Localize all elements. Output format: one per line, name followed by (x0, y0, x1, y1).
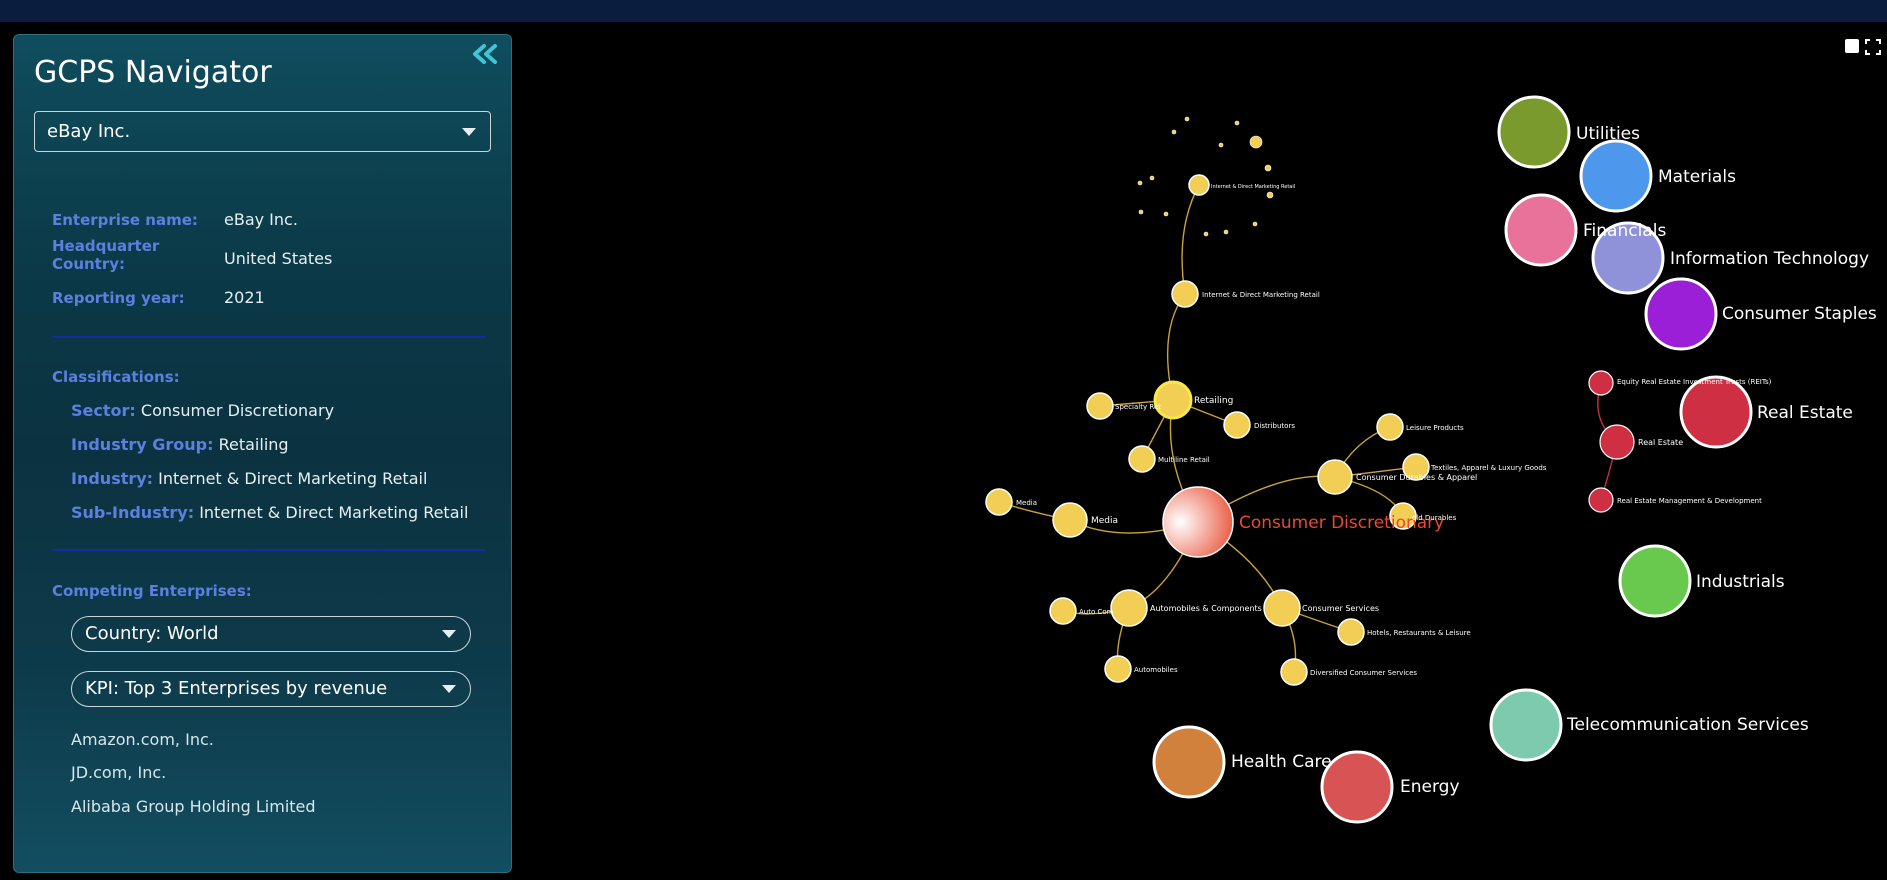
reits-node (1588, 370, 1614, 396)
sector-label-energy: Energy (1400, 777, 1460, 797)
auto-components-node (1049, 597, 1077, 625)
automobiles-node (1104, 655, 1132, 683)
toggle-checkbox[interactable] (1845, 39, 1859, 53)
label-leisure-products: Leisure Products (1406, 424, 1464, 432)
sector-label-materials: Materials (1658, 167, 1736, 187)
sector-label-telecommunication-services: Telecommunication Services (1566, 715, 1809, 735)
label-hotels: Hotels, Restaurants & Leisure (1367, 629, 1471, 637)
subindustry-node (1188, 174, 1210, 196)
label-internet-retail: Internet & Direct Marketing Retail (1202, 291, 1320, 299)
financials-node (1504, 193, 1578, 267)
label-specialty-retail: Specialty Ret (1115, 403, 1161, 411)
label-diversified-services: Diversified Consumer Services (1310, 669, 1417, 677)
materials-node (1579, 139, 1653, 213)
sector-label-utilities: Utilities (1576, 124, 1640, 144)
label-real-estate-management: Real Estate Management & Development (1617, 497, 1762, 505)
leisure-products-node (1376, 413, 1404, 441)
label-retailing: Retailing (1194, 396, 1233, 406)
automobiles-components-node (1110, 589, 1148, 627)
label-automobiles: Automobiles (1134, 666, 1178, 674)
label-auto-components: Auto Com (1079, 608, 1114, 616)
real-estate-group-node (1599, 424, 1635, 460)
energy-node (1320, 750, 1394, 824)
label-media-industry: Media (1016, 499, 1037, 507)
multiline-retail-node (1128, 445, 1156, 473)
retailing-node (1153, 380, 1193, 420)
telecommunication-services-node (1489, 688, 1563, 762)
label-household-durables: old Durables (1412, 514, 1457, 522)
sector-nodes[interactable] (1152, 95, 1753, 824)
label-real-estate-group: Real Estate (1638, 438, 1683, 447)
label-reits: Equity Real Estate Investment Trusts (RE… (1617, 378, 1772, 386)
real-estate-children[interactable] (1588, 370, 1635, 513)
consumer-services-node (1263, 589, 1301, 627)
center-sector-node[interactable] (1162, 486, 1234, 558)
media-industry-node (985, 488, 1013, 516)
label-subindustry: Internet & Direct Marketing Retail (1211, 184, 1295, 190)
label-automobiles-components: Automobiles & Components (1150, 604, 1262, 613)
specialty-retail-node (1086, 392, 1114, 420)
hotels-node (1337, 618, 1365, 646)
sector-label-financials: Financials (1583, 221, 1666, 241)
diversified-services-node (1280, 658, 1308, 686)
sector-label-health-care: Health Care (1231, 752, 1332, 772)
distributors-node (1223, 411, 1251, 439)
sector-label-real-estate: Real Estate (1757, 403, 1853, 423)
gics-graph[interactable]: Utilities Materials Financials Informati… (0, 0, 1887, 880)
media-group-node (1052, 502, 1088, 538)
real-estate-node (1679, 375, 1753, 449)
sector-label-industrials: Industrials (1696, 572, 1785, 592)
real-estate-management-node (1588, 487, 1614, 513)
fullscreen-icon[interactable] (1865, 39, 1881, 55)
label-distributors: Distributors (1254, 422, 1295, 430)
internet-retail-node (1171, 280, 1199, 308)
label-consumer-services: Consumer Services (1302, 604, 1379, 613)
consumer-staples-node (1644, 277, 1718, 351)
label-media-group: Media (1091, 516, 1118, 526)
label-textiles: Textiles, Apparel & Luxury Goods (1430, 464, 1547, 472)
sector-label-information-technology: Information Technology (1670, 249, 1869, 269)
industrials-node (1618, 544, 1692, 618)
label-multiline-retail: Multiline Retail (1158, 456, 1210, 464)
utilities-node (1497, 95, 1571, 169)
consumer-durables-node (1317, 459, 1353, 495)
label-consumer-durables: Consumer Durables & Apparel (1356, 473, 1477, 482)
sector-label-consumer-staples: Consumer Staples (1722, 304, 1877, 324)
health-care-node (1152, 725, 1226, 799)
